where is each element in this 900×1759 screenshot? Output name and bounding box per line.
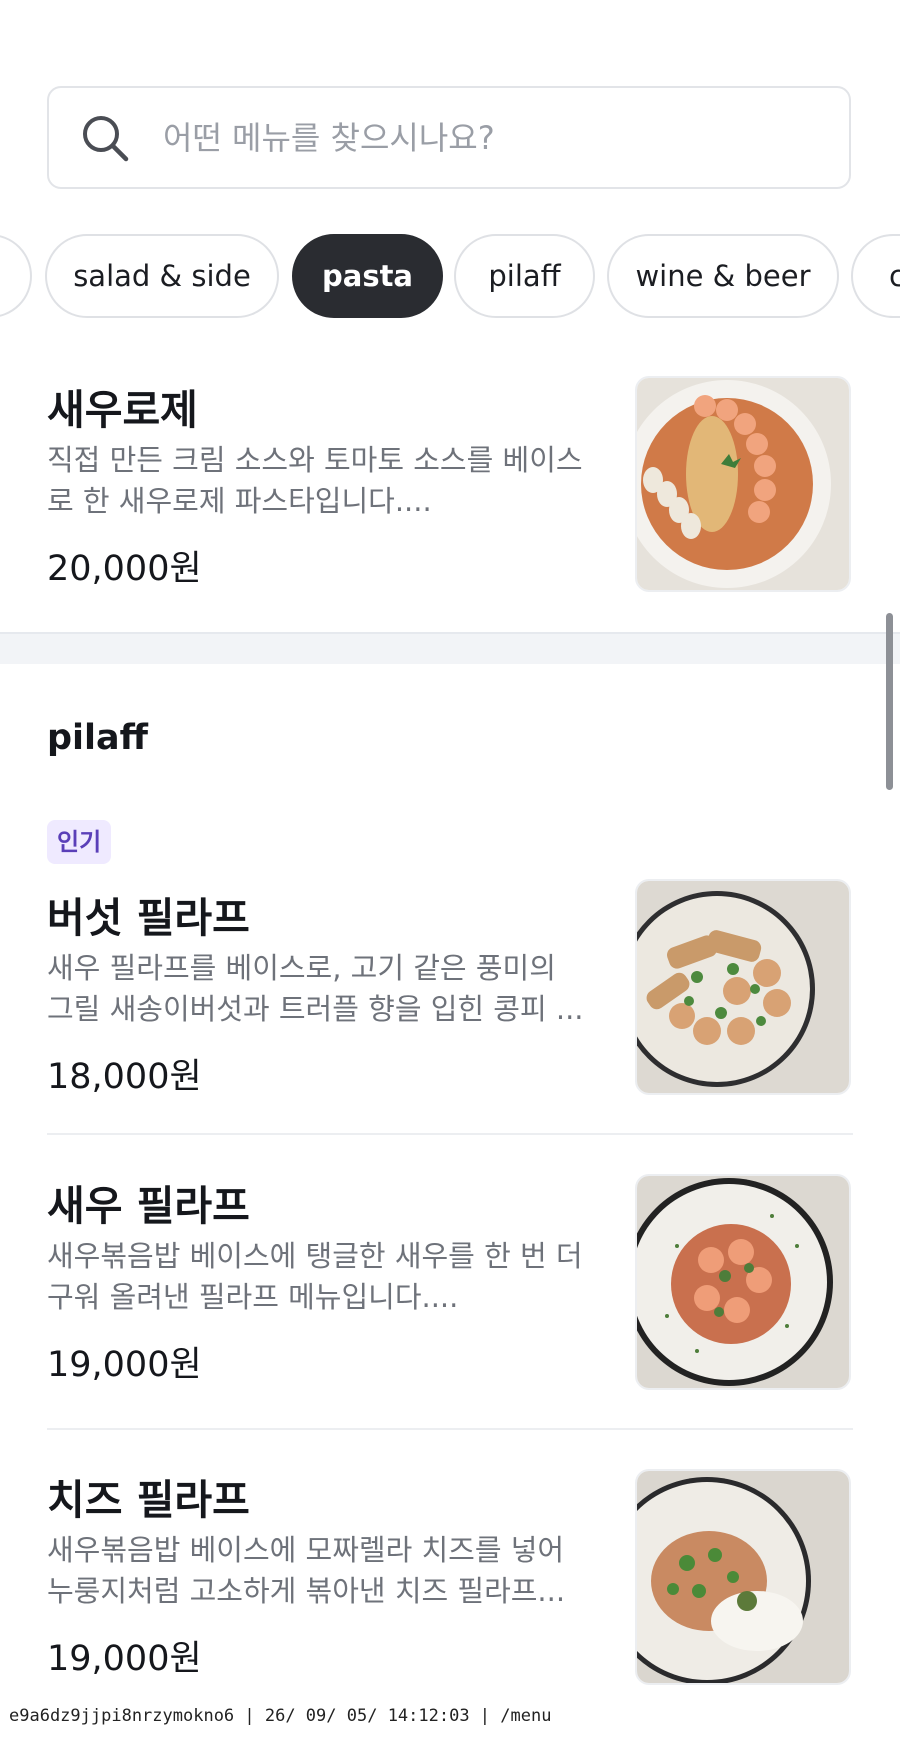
category-chip-wine-beer[interactable]: wine & beer [607,234,839,318]
category-chip-pasta[interactable]: pasta [292,234,443,318]
menu-item-price: 19,000원 [47,1639,202,1679]
item-divider [47,1428,853,1430]
menu-item-description: 새우 필라프를 베이스로, 고기 같은 풍미의 그릴 새송이버섯과 트러플 향을… [47,951,584,1026]
menu-item-name: 치즈 필라프 [47,1476,250,1524]
search-icon [83,116,129,162]
menu-item-description: 새우볶음밥 베이스에 탱글한 새우를 한 번 더 구워 올려낸 필라프 메뉴입니… [47,1239,583,1314]
menu-item[interactable]: 새우로제 직접 만든 크림 소스와 토마토 소스를 베이스로 한 새우로제 파스… [47,376,853,596]
menu-item-photo [635,376,851,592]
menu-item-price: 18,000원 [47,1057,202,1097]
section-title-pilaff: pilaff [47,718,149,758]
menu-item[interactable]: 새우 필라프 새우볶음밥 베이스에 탱글한 새우를 한 번 더 구워 올려낸 필… [47,1172,853,1392]
category-chip-pilaff[interactable]: pilaff [454,234,595,318]
menu-item[interactable]: 버섯 필라프 새우 필라프를 베이스로, 고기 같은 풍미의 그릴 새송이버섯과… [47,879,853,1104]
category-chip-partial-left[interactable] [0,234,32,318]
category-chip-partial-right[interactable]: c [851,234,900,318]
section-separator [0,632,900,664]
search-bar[interactable] [47,86,851,189]
menu-item-description: 직접 만든 크림 소스와 토마토 소스를 베이스로 한 새우로제 파스타입니다.… [47,443,583,518]
menu-item-name: 버섯 필라프 [47,894,250,942]
menu-item-name: 새우로제 [47,386,198,434]
menu-item-description: 새우볶음밥 베이스에 모짜렐라 치즈를 넣어 누룽지처럼 고소하게 볶아낸 치즈… [47,1533,566,1608]
menu-item[interactable]: 치즈 필라프 새우볶음밥 베이스에 모짜렐라 치즈를 넣어 누룽지처럼 고소하게… [47,1466,853,1686]
category-chip-salad-side[interactable]: salad & side [45,234,279,318]
category-tabs: salad & side pasta pilaff wine & beer c [0,234,900,320]
menu-item-photo [635,1174,851,1390]
menu-item-photo [635,879,851,1095]
footer-url-text: e9a6dz9jjpi8nrzymokno6 | 26/ 09/ 05/ 14:… [9,1706,552,1726]
item-divider [47,1133,853,1135]
menu-item-name: 새우 필라프 [47,1182,250,1230]
search-input[interactable] [163,88,823,187]
menu-item-price: 20,000원 [47,549,202,589]
menu-item-photo [635,1469,851,1685]
popular-badge: 인기 [47,820,112,864]
scrollbar[interactable] [886,613,893,790]
menu-item-price: 19,000원 [47,1345,202,1385]
